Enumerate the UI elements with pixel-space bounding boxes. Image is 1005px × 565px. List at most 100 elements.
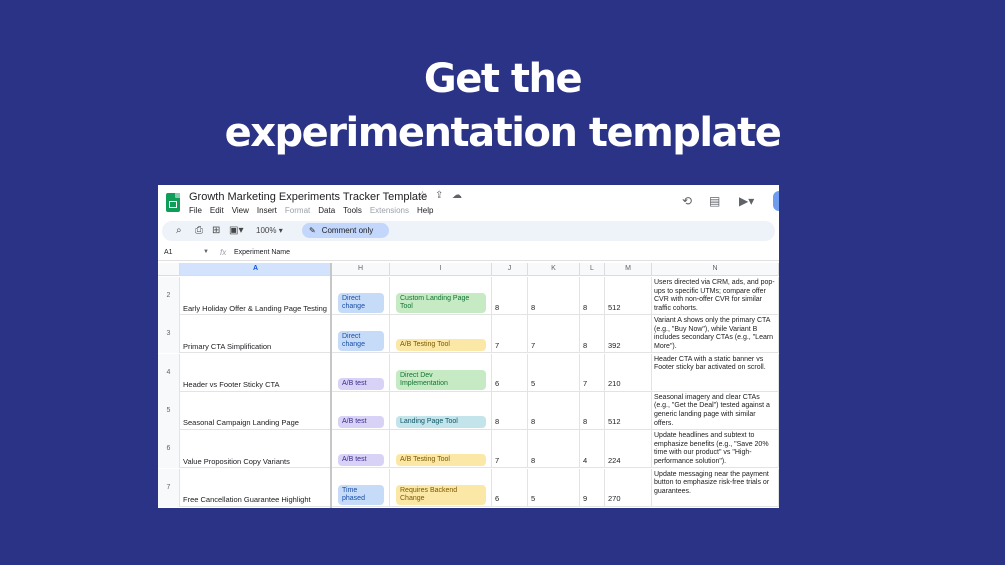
- score-j-cell[interactable]: 6: [492, 468, 528, 507]
- tool-cell[interactable]: A/B Testing Tool: [390, 430, 492, 469]
- tool-cell[interactable]: Requires Backend Change: [390, 468, 492, 507]
- change-type-cell[interactable]: Time phased: [332, 468, 390, 507]
- notes-cell[interactable]: Header CTA with a static banner vs Foote…: [652, 353, 779, 392]
- change-type-chip[interactable]: Direct change: [338, 293, 384, 313]
- menu-item-insert[interactable]: Insert: [257, 206, 277, 215]
- change-type-cell[interactable]: A/B test: [332, 391, 390, 430]
- score-l-cell[interactable]: 7: [580, 353, 605, 392]
- total-score-cell[interactable]: 270: [605, 468, 652, 507]
- tool-cell[interactable]: A/B Testing Tool: [390, 315, 492, 354]
- tool-chip[interactable]: Custom Landing Page Tool: [396, 293, 486, 313]
- row-number[interactable]: 7: [158, 468, 180, 507]
- change-type-chip[interactable]: Direct change: [338, 331, 384, 352]
- score-k-cell[interactable]: 5: [528, 353, 580, 392]
- column-header-m[interactable]: M: [605, 263, 652, 276]
- row-number[interactable]: 5: [158, 391, 180, 430]
- total-score-cell[interactable]: 210: [605, 353, 652, 392]
- menu-item-extensions[interactable]: Extensions: [370, 206, 409, 215]
- experiment-name-cell[interactable]: Free Cancellation Guarantee Highlight: [180, 468, 332, 507]
- sheets-logo-icon[interactable]: [166, 193, 180, 212]
- menu-item-edit[interactable]: Edit: [210, 206, 224, 215]
- experiment-name-cell[interactable]: Value Proposition Copy Variants: [180, 430, 332, 469]
- avatar[interactable]: [773, 191, 779, 211]
- score-l-cell[interactable]: 8: [580, 391, 605, 430]
- tool-chip[interactable]: Landing Page Tool: [396, 415, 486, 428]
- formula-input[interactable]: Experiment Name: [234, 249, 290, 256]
- document-title[interactable]: Growth Marketing Experiments Tracker Tem…: [189, 191, 427, 203]
- print-icon[interactable]: ⎙: [195, 225, 203, 236]
- score-k-cell[interactable]: 7: [528, 315, 580, 354]
- total-score-cell[interactable]: 512: [605, 277, 652, 315]
- chevron-down-icon[interactable]: ▼: [203, 249, 209, 255]
- history-icon[interactable]: ⟲: [682, 194, 692, 208]
- notes-cell[interactable]: Variant A shows only the primary CTA (e.…: [652, 315, 779, 354]
- change-type-cell[interactable]: A/B test: [332, 353, 390, 392]
- zoom-select[interactable]: 100% ▾: [256, 226, 283, 235]
- score-k-cell[interactable]: 8: [528, 277, 580, 315]
- score-j-cell[interactable]: 8: [492, 277, 528, 315]
- copy-format-icon[interactable]: ▣▾: [229, 225, 243, 236]
- notes-cell[interactable]: Users directed via CRM, ads, and pop-ups…: [652, 277, 779, 315]
- change-type-cell[interactable]: Direct change: [332, 277, 390, 315]
- tool-chip[interactable]: A/B Testing Tool: [396, 454, 486, 467]
- menu-item-format[interactable]: Format: [285, 206, 310, 215]
- notes-cell[interactable]: Seasonal imagery and clear CTAs (e.g., "…: [652, 391, 779, 430]
- change-type-chip[interactable]: A/B test: [338, 415, 384, 428]
- column-header-h[interactable]: H: [332, 263, 390, 276]
- score-k-cell[interactable]: 5: [528, 468, 580, 507]
- total-score-cell[interactable]: 392: [605, 315, 652, 354]
- tool-chip[interactable]: A/B Testing Tool: [396, 339, 486, 352]
- tool-cell[interactable]: Custom Landing Page Tool: [390, 277, 492, 315]
- row-number[interactable]: 6: [158, 430, 180, 469]
- column-header-k[interactable]: K: [528, 263, 580, 276]
- total-score-cell[interactable]: 512: [605, 391, 652, 430]
- tool-cell[interactable]: Landing Page Tool: [390, 391, 492, 430]
- experiment-name-cell[interactable]: Primary CTA Simplification: [180, 315, 332, 354]
- score-j-cell[interactable]: 6: [492, 353, 528, 392]
- score-j-cell[interactable]: 7: [492, 430, 528, 469]
- score-l-cell[interactable]: 8: [580, 277, 605, 315]
- experiment-name-cell[interactable]: Seasonal Campaign Landing Page: [180, 391, 332, 430]
- row-number[interactable]: 3: [158, 315, 180, 354]
- tool-chip[interactable]: Requires Backend Change: [396, 484, 486, 505]
- select-all-corner[interactable]: [158, 263, 180, 276]
- score-l-cell[interactable]: 9: [580, 468, 605, 507]
- notes-cell[interactable]: Update headlines and subtext to emphasiz…: [652, 430, 779, 469]
- comment-only-button[interactable]: ✎ Comment only: [302, 223, 389, 238]
- cloud-status-icon[interactable]: ☁: [452, 190, 462, 201]
- score-k-cell[interactable]: 8: [528, 430, 580, 469]
- row-number[interactable]: 2: [158, 277, 180, 315]
- column-header-j[interactable]: J: [492, 263, 528, 276]
- change-type-chip[interactable]: Time phased: [338, 484, 384, 505]
- tool-chip[interactable]: Direct Dev Implementation: [396, 369, 486, 390]
- tool-cell[interactable]: Direct Dev Implementation: [390, 353, 492, 392]
- column-header-n[interactable]: N: [652, 263, 779, 276]
- score-j-cell[interactable]: 7: [492, 315, 528, 354]
- meet-icon[interactable]: ▶▾: [739, 194, 754, 208]
- menu-item-tools[interactable]: Tools: [343, 206, 362, 215]
- frozen-column-divider[interactable]: [330, 263, 332, 508]
- row-number[interactable]: 4: [158, 353, 180, 392]
- menu-item-help[interactable]: Help: [417, 206, 433, 215]
- total-score-cell[interactable]: 224: [605, 430, 652, 469]
- change-type-cell[interactable]: A/B test: [332, 430, 390, 469]
- menu-item-data[interactable]: Data: [318, 206, 335, 215]
- change-type-chip[interactable]: A/B test: [338, 454, 384, 467]
- column-header-l[interactable]: L: [580, 263, 605, 276]
- score-k-cell[interactable]: 8: [528, 391, 580, 430]
- change-type-cell[interactable]: Direct change: [332, 315, 390, 354]
- move-to-drive-icon[interactable]: ⇪: [435, 190, 443, 201]
- menu-item-view[interactable]: View: [232, 206, 249, 215]
- add-comment-icon[interactable]: ⊞: [212, 225, 220, 236]
- column-header-i[interactable]: I: [390, 263, 492, 276]
- change-type-chip[interactable]: A/B test: [338, 377, 384, 390]
- score-l-cell[interactable]: 4: [580, 430, 605, 469]
- column-header-a[interactable]: A: [180, 263, 332, 276]
- comments-icon[interactable]: ▤: [709, 194, 720, 208]
- menu-item-file[interactable]: File: [189, 206, 202, 215]
- star-icon[interactable]: ☆: [418, 190, 427, 201]
- experiment-name-cell[interactable]: Early Holiday Offer & Landing Page Testi…: [180, 277, 332, 315]
- notes-cell[interactable]: Update messaging near the payment button…: [652, 468, 779, 507]
- name-box[interactable]: A1: [164, 249, 173, 256]
- experiment-name-cell[interactable]: Header vs Footer Sticky CTA: [180, 353, 332, 392]
